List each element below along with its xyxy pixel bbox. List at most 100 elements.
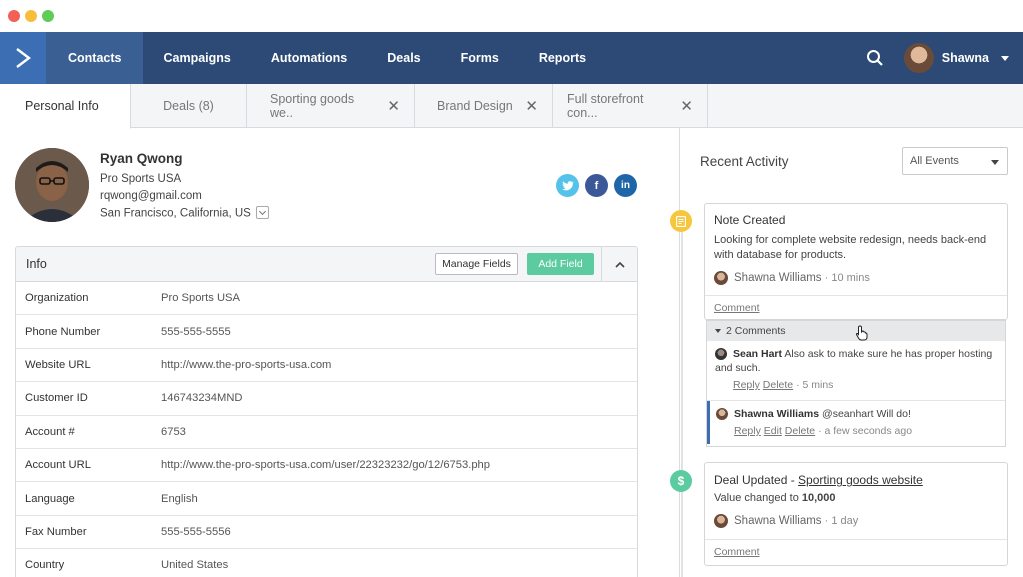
info-row-label: Country	[25, 559, 65, 572]
collapse-button[interactable]	[601, 247, 637, 282]
chevron-down-icon	[991, 160, 999, 165]
tab-brand-design[interactable]: Brand Design ✕	[415, 84, 553, 128]
commenter-avatar	[716, 408, 728, 421]
add-field-button[interactable]: Add Field	[527, 253, 594, 275]
note-comment-link[interactable]: Comment	[714, 301, 760, 316]
info-row-value[interactable]: 6753	[161, 426, 186, 438]
delete-link[interactable]: Delete	[763, 379, 793, 391]
comments-toggle[interactable]: 2 Comments	[707, 321, 1005, 341]
comment-item: Shawna Williams @seanhart Will do! Reply…	[707, 401, 1005, 444]
comment-text: @seanhart Will do!	[822, 408, 911, 420]
window-maximize-button[interactable]	[42, 10, 54, 22]
comment-item: Sean Hart Also ask to make sure he has p…	[707, 341, 1005, 401]
location-dropdown-chevron-down-icon[interactable]	[255, 206, 269, 219]
info-row: Language English	[16, 482, 637, 516]
info-row-label: Customer ID	[25, 392, 88, 405]
nav-item-automations[interactable]: Automations	[251, 32, 367, 84]
deal-link[interactable]: Sporting goods website	[798, 473, 923, 487]
contact-email[interactable]: rqwong@gmail.com	[100, 190, 202, 202]
user-menu-chevron-down-icon[interactable]	[1001, 55, 1009, 61]
info-row-value[interactable]: http://www.the-pro-sports-usa.com	[161, 359, 331, 371]
twitter-icon[interactable]	[556, 174, 579, 197]
contact-tabs: Personal Info Deals (8) Sporting goods w…	[0, 84, 1023, 129]
close-icon[interactable]: ✕	[513, 97, 538, 115]
user-name[interactable]: Shawna	[942, 51, 989, 65]
info-rows: Organization Pro Sports USA Phone Number 55…	[16, 282, 637, 577]
nav-item-deals[interactable]: Deals	[367, 32, 440, 84]
reply-link[interactable]: Reply	[734, 425, 761, 437]
tab-deals[interactable]: Deals (8)	[131, 84, 247, 128]
info-row: Account URL http://www.the-pro-sports-usa…	[16, 449, 637, 483]
note-author: Shawna Williams	[734, 272, 822, 284]
deal-author-row: Shawna Williams · 1 day	[714, 514, 858, 529]
dollar-icon: $	[670, 470, 692, 492]
events-filter-select[interactable]: All Events	[902, 147, 1008, 175]
manage-fields-button[interactable]: Manage Fields	[435, 253, 518, 275]
deal-card: Deal Updated - Sporting goods website Va…	[704, 462, 1008, 566]
deal-time: · 1 day	[824, 515, 859, 527]
deal-author: Shawna Williams	[734, 515, 822, 527]
reply-link[interactable]: Reply	[733, 379, 760, 391]
info-row-value[interactable]: United States	[161, 559, 228, 571]
linkedin-icon[interactable]: in	[614, 174, 637, 197]
contact-avatar	[15, 148, 89, 222]
comment-link[interactable]: Comment	[714, 546, 760, 558]
info-row-value[interactable]: 146743234MND	[161, 392, 242, 404]
nav-item-forms[interactable]: Forms	[441, 32, 519, 84]
info-header: Info Manage Fields Add Field	[16, 247, 637, 282]
nav-item-contacts[interactable]: Contacts	[46, 32, 144, 84]
user-avatar[interactable]	[903, 43, 934, 73]
note-time: · 10 mins	[824, 272, 870, 284]
commenter-avatar	[715, 348, 727, 361]
info-row: Customer ID 146743234MND	[16, 382, 637, 416]
window-minimize-button[interactable]	[25, 10, 37, 22]
contact-company: Pro Sports USA	[100, 173, 182, 185]
comments-toggle-label: 2 Comments	[726, 325, 786, 337]
close-icon[interactable]: ✕	[668, 97, 693, 115]
tab-label: Deals (8)	[163, 99, 214, 113]
info-row-value[interactable]: 555-555-5556	[161, 526, 231, 538]
info-row: Organization Pro Sports USA	[16, 282, 637, 316]
nav-user-area: Shawna	[860, 32, 1023, 84]
info-row-value[interactable]: English	[161, 493, 198, 505]
search-button[interactable]	[860, 43, 890, 73]
note-icon	[670, 210, 692, 232]
info-row: Country United States	[16, 549, 637, 577]
author-avatar	[714, 271, 728, 286]
facebook-icon[interactable]: f	[585, 174, 608, 197]
deal-title: Deal Updated -	[714, 473, 799, 487]
info-row-label: Account URL	[25, 459, 91, 472]
chevron-up-icon	[614, 261, 625, 268]
nav-item-campaigns[interactable]: Campaigns	[143, 32, 250, 84]
info-row-value[interactable]: http://www.the-pro-sports-usa.com/user/2…	[161, 459, 490, 471]
info-row-value[interactable]: 555-555-5555	[161, 326, 231, 338]
deal-comment-link[interactable]: Comment	[714, 545, 760, 560]
note-author-row: Shawna Williams · 10 mins	[714, 271, 870, 286]
person-photo-icon	[15, 148, 89, 222]
app-logo[interactable]	[0, 32, 46, 84]
contact-panel: Ryan Qwong Pro Sports USA rqwong@gmail.c…	[0, 128, 680, 577]
tab-full-storefront[interactable]: Full storefront con... ✕	[553, 84, 708, 128]
info-row-label: Account #	[25, 425, 75, 438]
contact-location-row: San Francisco, California, US	[100, 206, 269, 220]
info-row-value[interactable]: Pro Sports USA	[161, 292, 240, 304]
tab-sporting-goods[interactable]: Sporting goods we.. ✕	[247, 84, 415, 128]
info-row-label: Language	[25, 492, 75, 505]
window-close-button[interactable]	[8, 10, 20, 22]
comment-link[interactable]: Comment	[714, 302, 760, 314]
info-row: Account # 6753	[16, 416, 637, 449]
top-nav: Contacts Campaigns Automations Deals For…	[0, 32, 1023, 84]
nav-item-reports[interactable]: Reports	[519, 32, 606, 84]
info-section: Info Manage Fields Add Field Organizatio…	[15, 246, 638, 577]
caret-down-icon	[715, 329, 721, 333]
tab-personal-info[interactable]: Personal Info	[0, 84, 131, 129]
hand-cursor-icon	[855, 325, 868, 341]
tab-label: Sporting goods we..	[270, 92, 355, 120]
edit-link[interactable]: Edit	[764, 425, 782, 437]
delete-link[interactable]: Delete	[785, 425, 815, 437]
close-icon[interactable]: ✕	[375, 97, 400, 115]
info-row-label: Website URL	[25, 358, 91, 371]
deal-body-row: Value changed to 10,000	[714, 491, 836, 506]
recent-activity-title: Recent Activity	[700, 154, 789, 169]
comments-thread: 2 Comments Sean Hart Also ask to make su…	[706, 320, 1006, 447]
